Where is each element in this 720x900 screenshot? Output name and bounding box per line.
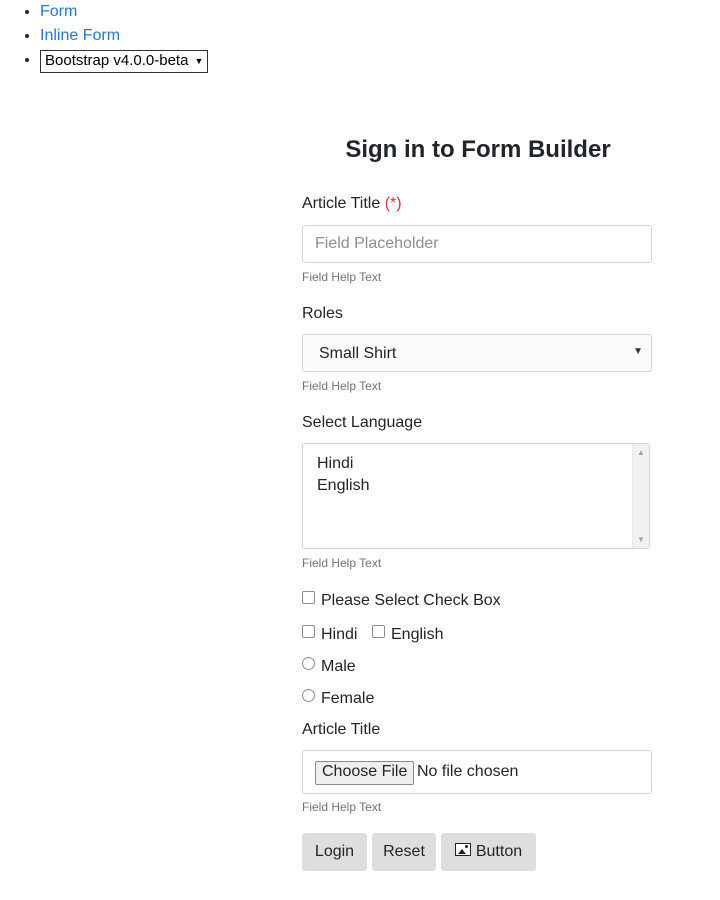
scrollbar[interactable]: ▲ ▼ <box>632 444 649 548</box>
please-select-checkbox-label: Please Select Check Box <box>321 592 501 609</box>
top-nav: Form Inline Form Bootstrap v4.0.0-beta ▼ <box>0 0 209 73</box>
login-button[interactable]: Login <box>302 833 367 871</box>
nav-item-version: Bootstrap v4.0.0-beta ▼ <box>40 48 209 73</box>
choose-file-button[interactable]: Choose File <box>315 761 415 785</box>
help-text: Field Help Text <box>302 379 382 393</box>
please-select-checkbox[interactable]: Please Select Check Box <box>302 591 501 610</box>
nav-item-inline-form: Inline Form <box>40 24 208 48</box>
male-radio[interactable]: Male <box>302 657 356 676</box>
checkbox-icon[interactable] <box>372 625 385 638</box>
roles-select[interactable]: Small Shirt ▼ <box>302 334 652 372</box>
english-checkbox[interactable]: English <box>372 625 443 644</box>
version-select[interactable]: Bootstrap v4.0.0-beta ▼ <box>40 50 209 73</box>
image-icon <box>454 843 471 856</box>
file-label: Article Title <box>302 721 381 738</box>
english-checkbox-label: English <box>391 626 444 643</box>
page-title: Sign in to Form Builder <box>345 136 611 163</box>
language-multiselect[interactable]: Hindi English ▲ ▼ <box>302 443 650 549</box>
form-builder: Sign in to Form Builder Article Title (*… <box>302 130 652 871</box>
male-radio-label: Male <box>321 658 356 675</box>
scroll-up-icon[interactable]: ▲ <box>637 448 645 457</box>
article-title-input[interactable]: Field Placeholder <box>302 225 652 263</box>
help-text: Field Help Text <box>302 270 382 284</box>
help-text: Field Help Text <box>302 800 382 814</box>
reset-button[interactable]: Reset <box>372 833 436 871</box>
radio-icon[interactable] <box>302 657 315 670</box>
roles-selected-value: Small Shirt <box>319 345 397 362</box>
language-label: Select Language <box>302 414 423 431</box>
form-link[interactable]: Form <box>40 3 77 20</box>
help-text: Field Help Text <box>302 556 382 570</box>
chevron-down-icon: ▼ <box>633 346 643 357</box>
language-option[interactable]: Hindi <box>303 453 649 475</box>
article-title-label: Article Title (*) <box>302 195 402 213</box>
checkbox-icon[interactable] <box>302 591 315 604</box>
article-title-placeholder: Field Placeholder <box>315 235 439 252</box>
female-radio-label: Female <box>321 690 375 707</box>
inline-form-link[interactable]: Inline Form <box>40 27 120 44</box>
version-select-value: Bootstrap v4.0.0-beta <box>45 52 189 69</box>
radio-icon[interactable] <box>302 689 315 702</box>
hindi-checkbox-label: Hindi <box>321 626 358 643</box>
scroll-down-icon[interactable]: ▼ <box>637 535 645 544</box>
language-option[interactable]: English <box>303 475 649 497</box>
file-input[interactable]: Choose File No file chosen <box>302 750 652 794</box>
image-button-label: Button <box>475 843 523 860</box>
image-button[interactable]: Button <box>441 833 536 871</box>
checkbox-icon[interactable] <box>302 625 315 638</box>
required-mark: (*) <box>384 195 402 212</box>
hindi-checkbox[interactable]: Hindi <box>302 625 357 644</box>
article-title-label-text: Article Title <box>302 195 381 212</box>
chevron-down-icon: ▼ <box>194 56 204 66</box>
roles-label: Roles <box>302 305 343 322</box>
file-status: No file chosen <box>417 763 519 780</box>
female-radio[interactable]: Female <box>302 689 374 708</box>
nav-item-form: Form <box>40 0 208 24</box>
